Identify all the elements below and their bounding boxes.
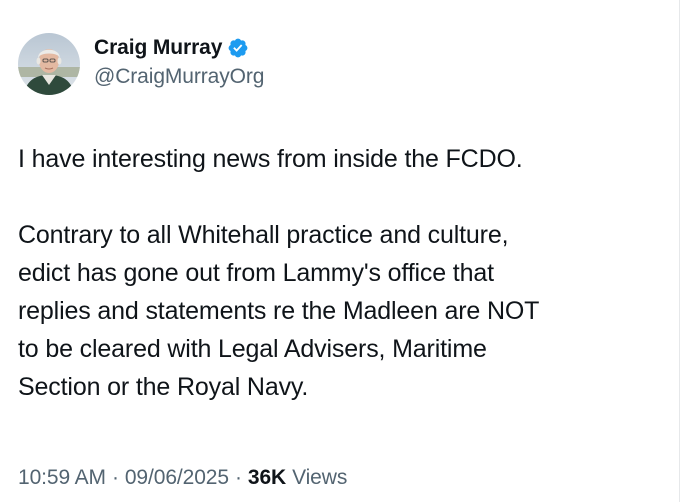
tweet-card: Craig Murray @CraigMurrayOrg I have inte… [0, 0, 682, 502]
author-handle[interactable]: @CraigMurrayOrg [94, 65, 264, 89]
tweet-date[interactable]: 09/06/2025 [125, 466, 229, 489]
views-count[interactable]: 36K [248, 466, 286, 489]
author-names: Craig Murray @CraigMurrayOrg [94, 35, 264, 89]
avatar[interactable] [18, 33, 80, 95]
tweet-text: I have interesting news from inside the … [18, 140, 668, 406]
views-label[interactable]: Views [292, 466, 347, 489]
tweet-time[interactable]: 10:59 AM [18, 466, 106, 489]
verified-badge-svg [228, 38, 248, 58]
tweet-meta: 10:59 AM · 09/06/2025 · 36K Views [18, 466, 347, 490]
name-row: Craig Murray [94, 35, 264, 61]
tweet-paragraph: I have interesting news from inside the … [18, 145, 523, 173]
meta-separator: · [234, 466, 242, 489]
author-display-name[interactable]: Craig Murray [94, 36, 222, 60]
avatar-image [18, 33, 80, 95]
verified-badge-icon[interactable] [227, 37, 249, 59]
tweet-header: Craig Murray @CraigMurrayOrg [18, 33, 264, 95]
divider [679, 0, 680, 502]
tweet-paragraph: Contrary to all Whitehall practice and c… [18, 221, 540, 401]
meta-separator: · [111, 466, 119, 489]
